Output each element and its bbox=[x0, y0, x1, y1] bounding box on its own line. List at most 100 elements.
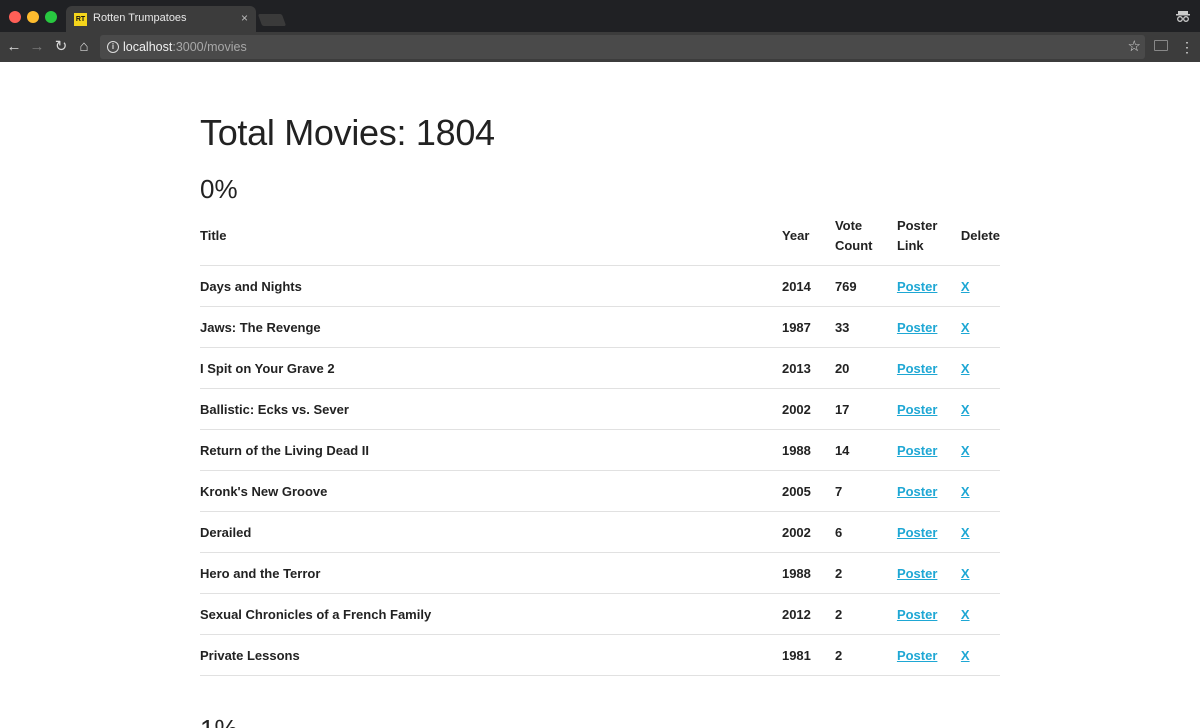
header-vote-count-line1: Vote bbox=[834, 218, 863, 233]
movie-vote-count: 33 bbox=[834, 306, 897, 348]
delete-link[interactable]: X bbox=[961, 361, 970, 376]
movie-title: Days and Nights bbox=[200, 265, 782, 307]
table-row: Sexual Chronicles of a French Family 201… bbox=[200, 593, 1000, 635]
movie-title: I Spit on Your Grave 2 bbox=[200, 347, 782, 389]
table-row: Return of the Living Dead II 1988 14 Pos… bbox=[200, 429, 1000, 471]
incognito-icon[interactable] bbox=[1176, 9, 1190, 23]
movie-title: Ballistic: Ecks vs. Sever bbox=[200, 388, 782, 430]
movie-title: Sexual Chronicles of a French Family bbox=[200, 593, 782, 635]
movie-year: 2013 bbox=[781, 347, 835, 389]
movie-title: Kronk's New Groove bbox=[200, 470, 782, 512]
next-progress-percent: 1% bbox=[200, 714, 238, 728]
delete-cell: X bbox=[960, 388, 1000, 430]
cast-icon[interactable] bbox=[1154, 40, 1168, 51]
movie-year: 2002 bbox=[781, 388, 835, 430]
table-row: Private Lessons 1981 2 Poster X bbox=[200, 634, 1000, 676]
header-title: Title bbox=[200, 212, 782, 266]
tab-close-icon[interactable]: × bbox=[241, 11, 248, 25]
delete-link[interactable]: X bbox=[961, 279, 970, 294]
table-row: Kronk's New Groove 2005 7 Poster X bbox=[200, 470, 1000, 512]
delete-cell: X bbox=[960, 306, 1000, 348]
delete-cell: X bbox=[960, 593, 1000, 635]
browser-menu-icon[interactable]: ⋮ bbox=[1180, 37, 1194, 57]
browser-tab-bar: RT Rotten Trumpatoes × bbox=[0, 0, 1200, 32]
poster-cell: Poster bbox=[896, 388, 961, 430]
poster-link[interactable]: Poster bbox=[897, 525, 937, 540]
delete-cell: X bbox=[960, 265, 1000, 307]
address-bar[interactable]: i localhost:3000/movies ☆ bbox=[100, 35, 1145, 59]
poster-link[interactable]: Poster bbox=[897, 402, 937, 417]
poster-cell: Poster bbox=[896, 511, 961, 553]
poster-link[interactable]: Poster bbox=[897, 566, 937, 581]
poster-link[interactable]: Poster bbox=[897, 361, 937, 376]
delete-link[interactable]: X bbox=[961, 525, 970, 540]
url-text[interactable]: localhost:3000/movies bbox=[123, 40, 247, 54]
movie-vote-count: 2 bbox=[834, 593, 897, 635]
poster-cell: Poster bbox=[896, 429, 961, 471]
reload-icon[interactable]: ↻ bbox=[51, 37, 71, 57]
browser-tab[interactable]: RT Rotten Trumpatoes × bbox=[66, 6, 256, 32]
poster-link[interactable]: Poster bbox=[897, 484, 937, 499]
poster-cell: Poster bbox=[896, 634, 961, 676]
delete-link[interactable]: X bbox=[961, 320, 970, 335]
movie-vote-count: 20 bbox=[834, 347, 897, 389]
tab-title: Rotten Trumpatoes bbox=[93, 12, 187, 24]
table-header-row: Title Year Vote Count Poster Link Delete bbox=[200, 212, 1000, 266]
poster-cell: Poster bbox=[896, 265, 961, 307]
table-row: Jaws: The Revenge 1987 33 Poster X bbox=[200, 306, 1000, 348]
delete-link[interactable]: X bbox=[961, 607, 970, 622]
delete-cell: X bbox=[960, 552, 1000, 594]
progress-percent: 0% bbox=[200, 174, 238, 204]
home-icon[interactable]: ⌂ bbox=[74, 37, 94, 57]
delete-cell: X bbox=[960, 429, 1000, 471]
new-tab-button[interactable] bbox=[257, 14, 287, 26]
poster-cell: Poster bbox=[896, 593, 961, 635]
header-year: Year bbox=[781, 212, 835, 266]
movie-year: 1981 bbox=[781, 634, 835, 676]
movie-year: 1988 bbox=[781, 552, 835, 594]
favicon-icon: RT bbox=[74, 13, 87, 26]
browser-toolbar: ← → ↻ ⌂ i localhost:3000/movies ☆ ⋮ bbox=[0, 32, 1200, 62]
delete-cell: X bbox=[960, 511, 1000, 553]
poster-link[interactable]: Poster bbox=[897, 443, 937, 458]
movie-title: Return of the Living Dead II bbox=[200, 429, 782, 471]
delete-cell: X bbox=[960, 470, 1000, 512]
minimize-window-button[interactable] bbox=[27, 11, 39, 23]
poster-cell: Poster bbox=[896, 347, 961, 389]
movie-vote-count: 7 bbox=[834, 470, 897, 512]
table-row: Days and Nights 2014 769 Poster X bbox=[200, 265, 1000, 307]
maximize-window-button[interactable] bbox=[45, 11, 57, 23]
close-window-button[interactable] bbox=[9, 11, 21, 23]
poster-link[interactable]: Poster bbox=[897, 648, 937, 663]
header-poster-line2: Link bbox=[896, 238, 924, 253]
header-poster-line1: Poster bbox=[896, 218, 938, 233]
movie-title: Jaws: The Revenge bbox=[200, 306, 782, 348]
delete-link[interactable]: X bbox=[961, 648, 970, 663]
poster-link[interactable]: Poster bbox=[897, 607, 937, 622]
bookmark-star-icon[interactable]: ☆ bbox=[1128, 37, 1141, 55]
total-movies-heading: Total Movies: 1804 bbox=[200, 112, 495, 153]
poster-link[interactable]: Poster bbox=[897, 320, 937, 335]
table-row: Derailed 2002 6 Poster X bbox=[200, 511, 1000, 553]
header-vote-count: Vote Count bbox=[834, 212, 897, 266]
movie-title: Hero and the Terror bbox=[200, 552, 782, 594]
forward-icon[interactable]: → bbox=[27, 37, 47, 57]
delete-link[interactable]: X bbox=[961, 484, 970, 499]
header-vote-count-line2: Count bbox=[834, 238, 873, 253]
delete-link[interactable]: X bbox=[961, 402, 970, 417]
site-info-icon[interactable]: i bbox=[107, 41, 119, 53]
delete-link[interactable]: X bbox=[961, 443, 970, 458]
movies-table: Title Year Vote Count Poster Link Delete D… bbox=[200, 212, 1000, 676]
poster-link[interactable]: Poster bbox=[897, 279, 937, 294]
movie-year: 2012 bbox=[781, 593, 835, 635]
delete-link[interactable]: X bbox=[961, 566, 970, 581]
poster-cell: Poster bbox=[896, 470, 961, 512]
table-row: Hero and the Terror 1988 2 Poster X bbox=[200, 552, 1000, 594]
movie-year: 1987 bbox=[781, 306, 835, 348]
movie-vote-count: 769 bbox=[834, 265, 897, 307]
movie-title: Derailed bbox=[200, 511, 782, 553]
movie-vote-count: 2 bbox=[834, 634, 897, 676]
poster-cell: Poster bbox=[896, 552, 961, 594]
delete-cell: X bbox=[960, 347, 1000, 389]
back-icon[interactable]: ← bbox=[4, 37, 24, 57]
